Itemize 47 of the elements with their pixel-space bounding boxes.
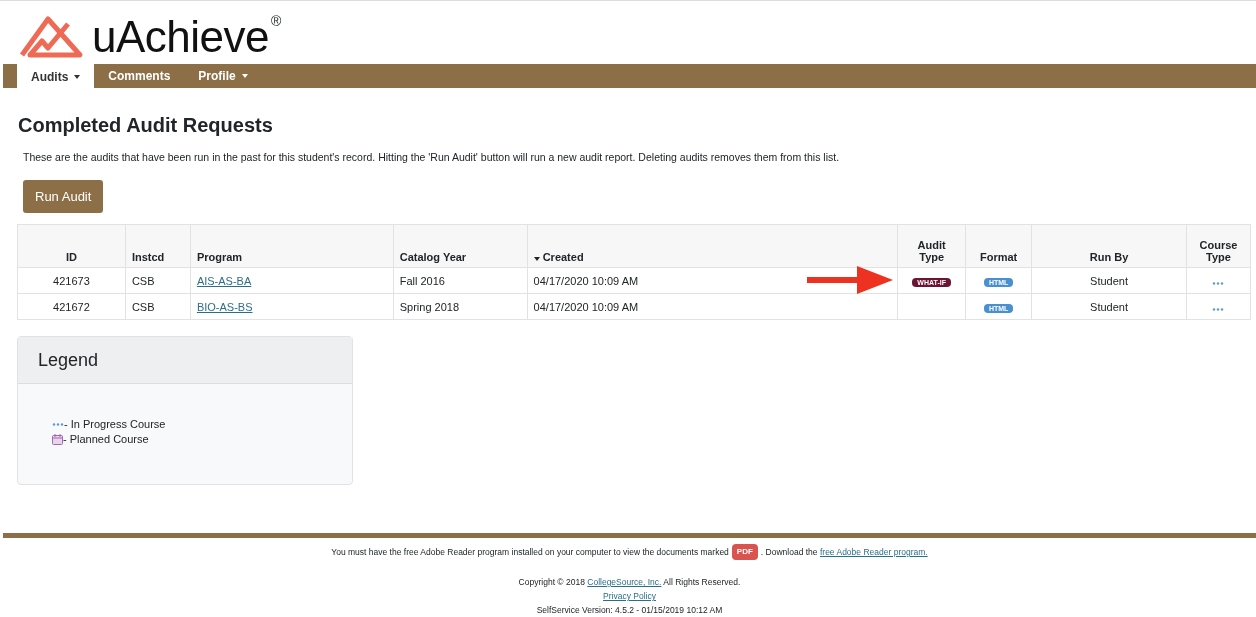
table-cell: Spring 2018 [393, 293, 528, 320]
table-cell: 04/17/2020 10:09 AM [527, 293, 898, 320]
nav-tab[interactable]: Profile [184, 64, 262, 88]
description-text: These are the audits that have been run in the past for this student's record. Hitting the 'Run Audit' button will run a new audit report. Deleting audits removes them from this list. [23, 151, 841, 163]
pdf-badge: PDF [731, 544, 758, 560]
collegesource-link[interactable]: CollegeSource, Inc. [587, 577, 662, 587]
nav-tab[interactable]: Comments [94, 64, 185, 88]
program-link[interactable]: AIS-AS-BA [196, 274, 252, 287]
run-audit-button[interactable]: Run Audit [23, 180, 104, 213]
column-header[interactable]: Catalog Year [393, 224, 528, 268]
column-header[interactable]: Audit Type [897, 224, 966, 268]
adobe-reader-link[interactable]: free Adobe Reader program. [819, 547, 928, 557]
table-cell: Student [1031, 293, 1187, 320]
column-header[interactable]: Run By [1031, 224, 1187, 268]
column-header[interactable]: Created [527, 224, 898, 268]
privacy-policy-link[interactable]: Privacy Policy [603, 589, 656, 603]
table-cell: CSB [125, 267, 191, 294]
table-cell: Student [1031, 267, 1187, 294]
column-header[interactable]: Course Type [1186, 224, 1251, 268]
footer-notice: You must have the free Adobe Reader program installed on your computer to view the documents marked [331, 546, 729, 559]
logo-icon [18, 14, 84, 59]
column-header[interactable]: Program [190, 224, 394, 268]
page-title: Completed Audit Requests [18, 114, 274, 137]
dots-icon [52, 422, 64, 426]
caret-icon [74, 75, 81, 79]
program-link[interactable]: BIO-AS-BS [196, 300, 253, 313]
dots-icon [1212, 307, 1225, 311]
table-cell: CSB [125, 293, 191, 320]
footer-notice: . Download the free Adobe Reader program. [760, 546, 928, 559]
caret-icon [241, 74, 248, 78]
table-cell: 421672 [17, 293, 126, 320]
dots-icon [1212, 281, 1225, 285]
column-header[interactable]: Instcd [125, 224, 191, 268]
legend-label: - In Progress Course [64, 418, 166, 430]
copyright-text: Copyright © 2018 CollegeSource, Inc. All Rights Reserved. [518, 576, 741, 589]
legend-label: - Planned Course [63, 433, 149, 445]
column-header[interactable]: ID [17, 224, 126, 268]
calendar-icon [52, 433, 63, 445]
logo-text: uAchieve [92, 11, 269, 62]
column-header[interactable]: Format [965, 224, 1032, 268]
caret-icon [533, 257, 540, 261]
version-text: SelfService Version: 4.5.2 - 01/15/2019 10:12 AM [536, 604, 723, 617]
registered-mark: ® [271, 13, 282, 29]
legend-title: Legend [38, 349, 99, 371]
nav-tab[interactable]: Audits [17, 64, 95, 90]
table-cell: 421673 [17, 267, 126, 294]
table-cell: Fall 2016 [393, 267, 528, 294]
